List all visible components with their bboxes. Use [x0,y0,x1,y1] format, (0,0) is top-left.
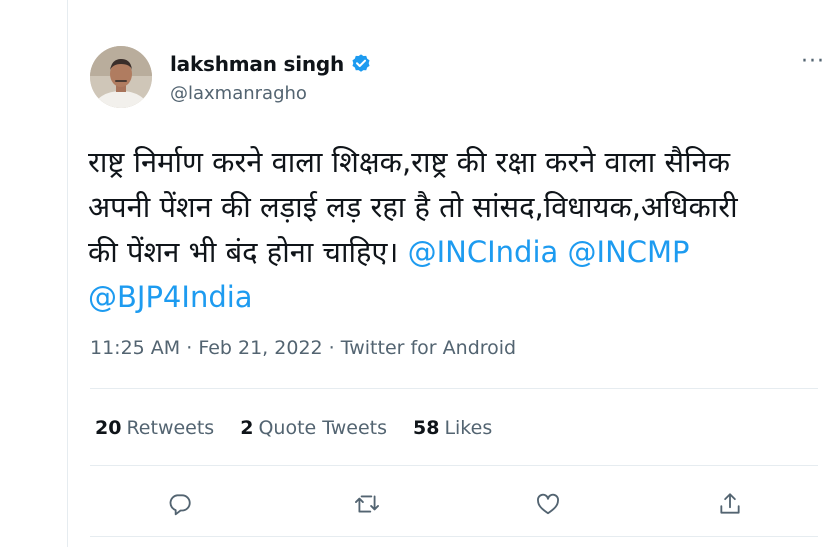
tweet-text-line-4: @BJP4India [88,275,818,320]
avatar[interactable] [90,46,152,108]
avatar-photo [90,46,152,108]
stat-count: 58 [412,417,440,439]
quote-tweets-stat[interactable]: 2 Quote Tweets [240,417,387,439]
divider [90,536,818,537]
tweet-stats: 20 Retweets 2 Quote Tweets 58 Likes [95,417,492,439]
tweet-time[interactable]: 11:25 AM [90,337,180,359]
verified-badge-icon [352,54,370,72]
reply-icon [169,494,191,516]
author-display-name[interactable]: lakshman singh [170,52,344,76]
tweet-card[interactable]: lakshman singh @laxmanragho ··· राष्ट्र … [68,0,835,547]
stat-count: 2 [240,417,254,439]
tweet-text-line-3-body: की पेंशन भी बंद होना चाहिए। [88,235,399,269]
tweet-date[interactable]: Feb 21, 2022 [198,337,322,359]
tweet-source[interactable]: Twitter for Android [341,337,516,359]
retweets-stat[interactable]: 20 Retweets [95,417,214,439]
stat-label: Retweets [126,417,215,439]
stat-label: Likes [444,417,493,439]
retweet-icon [355,495,379,513]
divider [90,388,818,389]
tweet-text-line-2: अपनी पेंशन की लड़ाई लड़ रहा है तो सांसद,… [88,190,738,224]
author-handle[interactable]: @laxmanragho [170,83,307,104]
tweet-actions [90,484,818,524]
screenshot-frame: lakshman singh @laxmanragho ··· राष्ट्र … [0,0,835,547]
meta-separator: · [186,337,193,359]
mention-link[interactable]: @BJP4India [88,280,253,314]
tweet-text-line-3: की पेंशन भी बंद होना चाहिए। @INCIndia @I… [88,230,818,275]
mention-link[interactable]: @INCIndia [408,235,559,269]
share-icon [720,493,740,514]
author-name-row: lakshman singh [170,51,372,77]
meta-separator: · [328,337,335,359]
reply-button[interactable] [160,484,200,524]
like-icon [537,493,559,515]
stat-count: 20 [95,417,122,439]
more-icon[interactable]: ··· [799,51,827,76]
tweet-text-line-1: राष्ट्र निर्माण करने वाला शिक्षक,राष्ट्र… [88,145,731,179]
tweet-text: राष्ट्र निर्माण करने वाला शिक्षक,राष्ट्र… [88,140,818,320]
divider [90,465,818,466]
tweet-meta: 11:25 AM · Feb 21, 2022 · Twitter for An… [90,337,516,359]
like-button[interactable] [528,484,568,524]
retweet-button[interactable] [347,484,387,524]
share-button[interactable] [710,484,750,524]
mention-link[interactable]: @INCMP [568,235,690,269]
likes-stat[interactable]: 58 Likes [413,417,492,439]
stat-label: Quote Tweets [258,417,387,439]
